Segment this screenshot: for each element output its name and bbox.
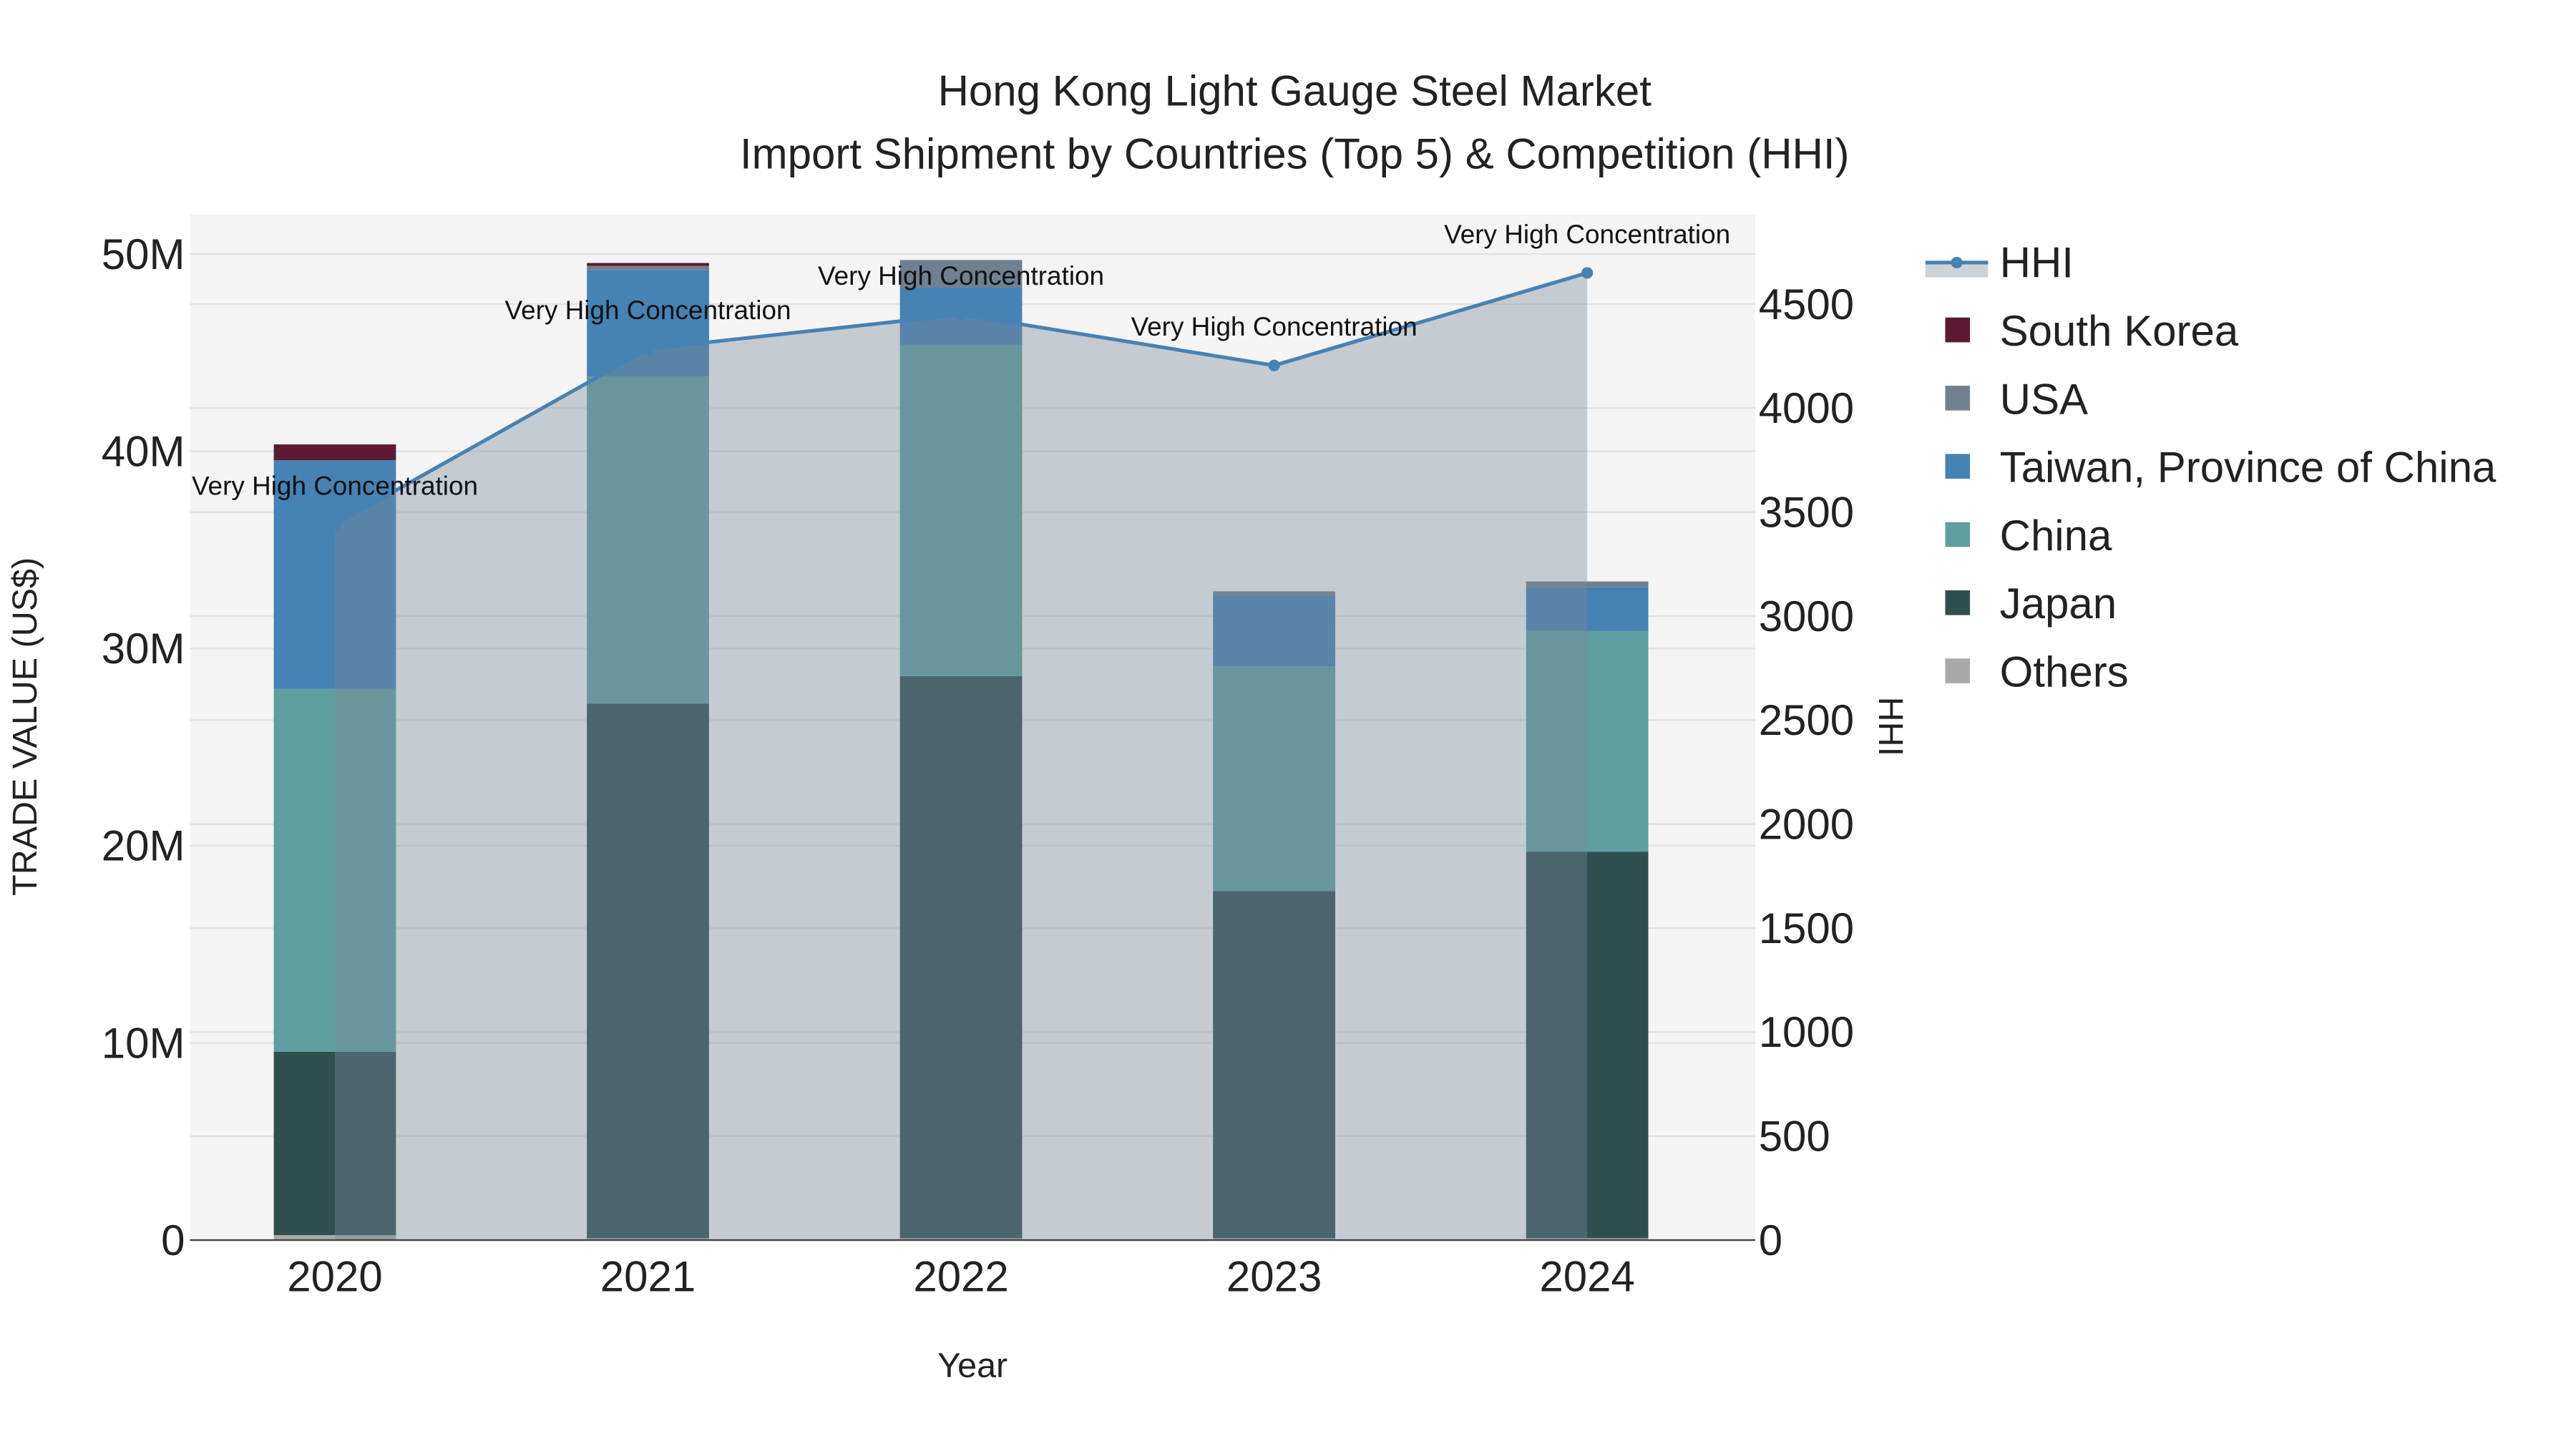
y2-tick-label: 500: [1759, 1113, 1830, 1161]
legend-swatch-others: [1945, 658, 1971, 683]
hhi-annotation-2021: Very High Concentration: [505, 296, 791, 325]
y-tick-label: 50M: [102, 230, 185, 278]
chart-subtitle: Import Shipment by Countries (Top 5) & C…: [740, 130, 1850, 177]
y2-tick-label: 3500: [1759, 488, 1854, 536]
y2-tick-label: 2500: [1759, 696, 1854, 744]
y2-tick-label: 2000: [1759, 800, 1854, 848]
x-tick-label: 2022: [913, 1253, 1008, 1301]
hhi-annotation-2022: Very High Concentration: [818, 261, 1104, 291]
bar-south-korea-2020: [273, 444, 396, 461]
y2-axis-ticks: 0 500 1000 1500 2000 2500 3000 3500 4000 4500: [1759, 280, 1854, 1264]
hhi-point-2020: [328, 519, 341, 531]
y2-tick-label: 1000: [1759, 1008, 1854, 1056]
y-axis-ticks: 0 10M 20M 30M 40M 50M: [102, 230, 185, 1264]
hhi-point-2022: [955, 308, 967, 321]
legend-swatch-china: [1945, 522, 1971, 547]
hhi-point-2024: [1581, 267, 1594, 279]
legend-swatch-japan: [1945, 590, 1971, 615]
y-tick-label: 30M: [102, 625, 185, 673]
y2-tick-label: 1500: [1759, 904, 1854, 952]
hhi-annotation-2020: Very High Concentration: [192, 472, 478, 501]
y2-tick-label: 3000: [1759, 592, 1854, 640]
y-tick-label: 10M: [102, 1019, 185, 1067]
y2-tick-label: 0: [1759, 1216, 1782, 1264]
legend: HHI South Korea USA Taiwan, Province of Chi…: [1925, 239, 2497, 696]
y2-tick-label: 4000: [1759, 384, 1854, 432]
x-tick-label: 2020: [287, 1253, 382, 1301]
y-axis-label: TRADE VALUE (US$): [6, 557, 44, 896]
legend-swatch-south-korea: [1945, 317, 1971, 343]
legend-swatch-usa: [1945, 386, 1971, 411]
legend-label-hhi: HHI: [2000, 239, 2074, 287]
y-tick-label: 40M: [102, 427, 185, 475]
legend-swatch-hhi-marker: [1951, 256, 1963, 268]
bar-usa-2021: [587, 265, 709, 270]
hhi-annotation-2023: Very High Concentration: [1131, 312, 1418, 341]
x-axis-ticks: 2020 2021 2022 2023 2024: [287, 1253, 1635, 1301]
bar-south-korea-2021: [587, 263, 709, 266]
legend-label-taiwan-province-of-china: Taiwan, Province of China: [2000, 444, 2497, 492]
legend-label-japan: Japan: [2000, 580, 2117, 628]
hhi-point-2021: [642, 343, 654, 355]
hhi-point-2023: [1268, 359, 1280, 371]
y2-tick-label: 4500: [1759, 280, 1854, 328]
x-tick-label: 2024: [1539, 1253, 1634, 1301]
legend-swatch-taiwan-province-of-china: [1945, 454, 1971, 479]
x-tick-label: 2023: [1226, 1253, 1322, 1301]
legend-label-south-korea: South Korea: [2000, 307, 2239, 355]
y-tick-label: 0: [161, 1216, 185, 1264]
legend-label-others: Others: [2000, 648, 2129, 696]
legend-label-usa: USA: [2000, 375, 2088, 423]
chart: Hong Kong Light Gauge Steel Market Impor…: [6, 67, 2497, 1385]
x-tick-label: 2021: [600, 1253, 696, 1301]
y-tick-label: 20M: [102, 822, 185, 870]
hhi-annotation-2024: Very High Concentration: [1444, 220, 1730, 249]
y2-axis-label: HHI: [1871, 697, 1910, 756]
chart-title: Hong Kong Light Gauge Steel Market: [938, 67, 1652, 115]
x-axis-label: Year: [937, 1347, 1008, 1385]
legend-label-china: China: [2000, 512, 2112, 560]
